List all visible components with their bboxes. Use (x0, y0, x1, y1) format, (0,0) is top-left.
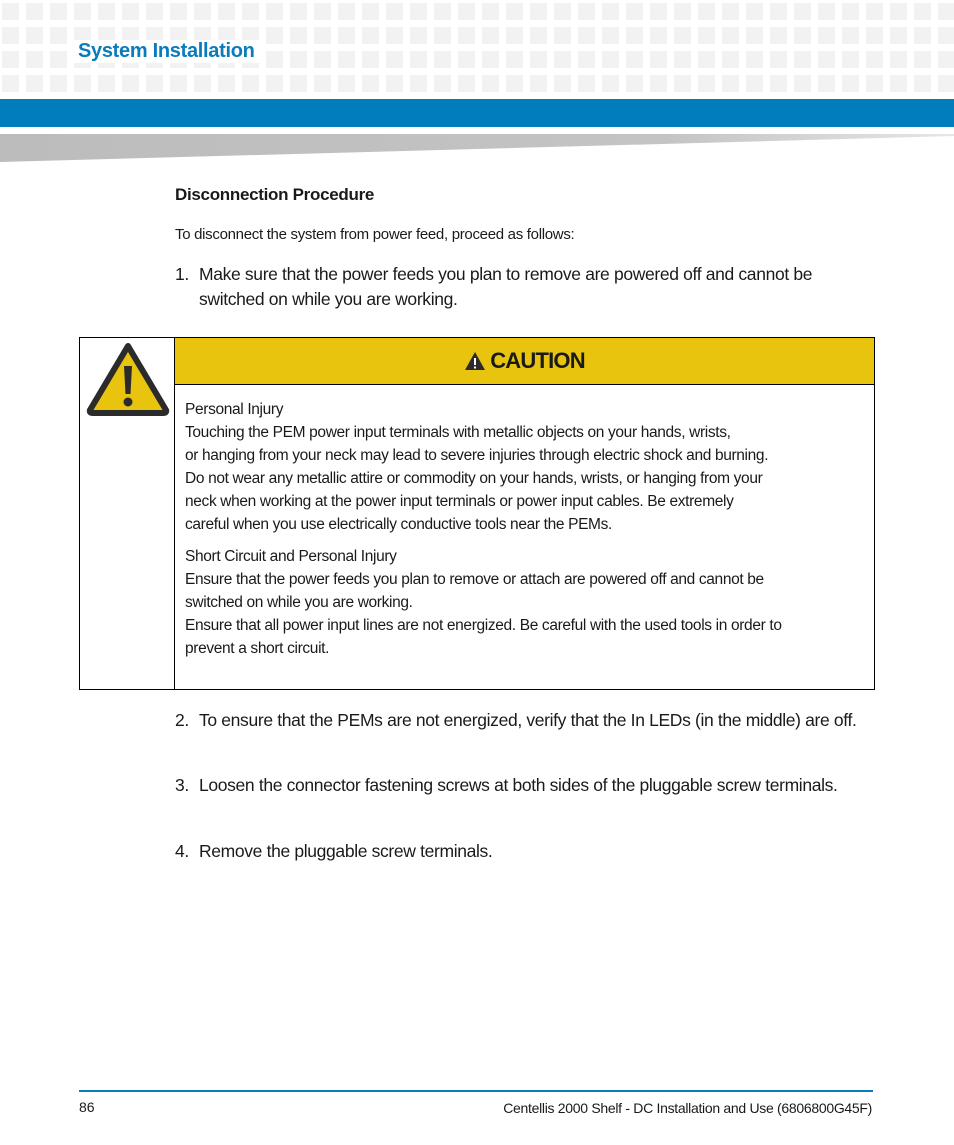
step-item: 4. Remove the pluggable screw terminals. (175, 839, 875, 864)
caution-block: Personal Injury Touching the PEM power i… (185, 398, 864, 536)
caution-line: Do not wear any metallic attire or commo… (185, 470, 763, 487)
caution-line: neck when working at the power input ter… (185, 493, 734, 510)
caution-content: CAUTION Personal Injury Touching the PEM… (175, 338, 874, 689)
caution-line: careful when you use electrically conduc… (185, 516, 612, 533)
warning-triangle-icon (86, 343, 170, 416)
caution-icon-cell (80, 338, 175, 689)
caution-label: CAUTION (490, 348, 585, 373)
step-number: 1. (175, 264, 189, 284)
page-number: 86 (79, 1099, 95, 1115)
step-number: 2. (175, 710, 189, 730)
document-title: Centellis 2000 Shelf - DC Installation a… (503, 1100, 872, 1116)
caution-block: Short Circuit and Personal Injury Ensure… (185, 545, 864, 660)
caution-small-warning-icon (465, 352, 486, 370)
caution-line: Ensure that the power feeds you plan to … (185, 571, 764, 588)
caution-line: switched on while you are working. (185, 594, 413, 611)
step-number: 4. (175, 841, 189, 861)
section-title: System Installation (70, 40, 263, 63)
header-blue-band (0, 99, 954, 127)
caution-block-title: Short Circuit and Personal Injury (185, 548, 397, 565)
caution-line: Touching the PEM power input terminals w… (185, 424, 731, 441)
caution-notice: CAUTION Personal Injury Touching the PEM… (79, 337, 875, 690)
caution-banner: CAUTION (175, 338, 874, 385)
step-text: To ensure that the PEMs are not energize… (199, 710, 857, 730)
caution-block-title: Personal Injury (185, 401, 284, 418)
intro-text: To disconnect the system from power feed… (175, 226, 575, 243)
header-grey-wedge (0, 134, 954, 162)
step-text: Make sure that the power feeds you plan … (199, 264, 813, 309)
caution-line: or hanging from your neck may lead to se… (185, 447, 769, 464)
step-item: 3. Loosen the connector fastening screws… (175, 773, 875, 798)
caution-line: prevent a short circuit. (185, 640, 330, 657)
step-item: 1. Make sure that the power feeds you pl… (175, 262, 875, 312)
step-text: Remove the pluggable screw terminals. (199, 841, 493, 861)
footer-rule (79, 1090, 873, 1092)
step-text: Loosen the connector fastening screws at… (199, 775, 838, 795)
caution-body: Personal Injury Touching the PEM power i… (175, 385, 874, 660)
step-number: 3. (175, 775, 189, 795)
caution-line: Ensure that all power input lines are no… (185, 617, 782, 634)
step-item: 2. To ensure that the PEMs are not energ… (175, 708, 875, 733)
procedure-heading: Disconnection Procedure (175, 185, 375, 204)
